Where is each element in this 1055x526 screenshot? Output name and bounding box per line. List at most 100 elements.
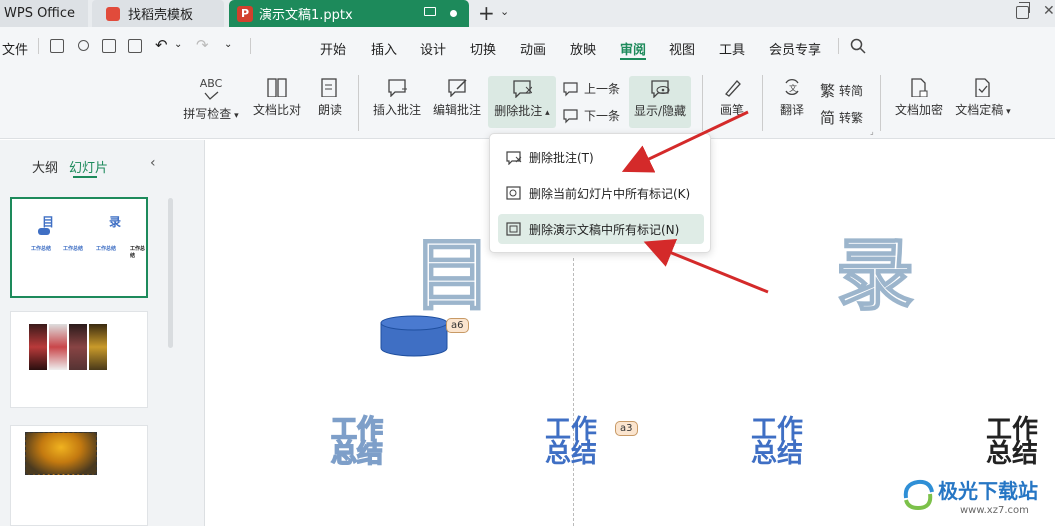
more-dropdown-icon[interactable]: ⌄ — [224, 39, 232, 50]
dropdown-item-label: 删除批注(T) — [529, 150, 594, 165]
window-close-icon[interactable]: ✕ — [1043, 3, 1055, 19]
window-restore-icon[interactable] — [1016, 2, 1030, 19]
read-aloud-button[interactable]: 朗读 — [314, 77, 346, 118]
ppt-icon: P — [237, 5, 253, 22]
work-line-2: 总结 — [545, 439, 598, 469]
wps-office-tab[interactable]: WPS Office — [0, 0, 88, 27]
slide-thumbnail-1[interactable]: 目 录 工作总结 工作总结 工作总结 工作总结 — [10, 197, 148, 298]
translate-button[interactable]: 文 翻译 — [776, 77, 808, 118]
menu-member[interactable]: 会员专享 — [769, 39, 821, 58]
menu-insert[interactable]: 插入 — [371, 39, 397, 58]
dropdown-item-delete-all-marks[interactable]: 删除演示文稿中所有标记(N) — [498, 214, 704, 244]
menu-review[interactable]: 审阅 — [620, 39, 646, 58]
work-line-2: 总结 — [986, 439, 1039, 469]
compare-label: 文档比对 — [252, 103, 301, 117]
work-summary-2[interactable]: 工作 总结 — [545, 417, 598, 469]
group-expand-icon[interactable]: ⌟ — [870, 127, 874, 136]
collapse-panel-chevron-icon[interactable]: ‹ — [150, 155, 156, 171]
dropdown-item-delete-slide-marks[interactable]: 删除当前幻灯片中所有标记(K) — [498, 178, 704, 208]
menu-tools[interactable]: 工具 — [719, 39, 745, 58]
thumb-work-summary: 工作总结 — [96, 246, 117, 252]
print-icon[interactable] — [102, 39, 116, 53]
edit-comment-label: 编辑批注 — [432, 103, 481, 117]
template-tab[interactable]: 找稻壳模板 — [92, 0, 224, 27]
next-comment-icon — [563, 108, 578, 123]
delete-comment-icon — [513, 80, 532, 98]
cylinder-shape[interactable] — [380, 315, 448, 357]
to-simplified-label: 转简 — [839, 84, 864, 98]
slide-thumbnail-2[interactable] — [10, 311, 148, 408]
show-hide-icon — [651, 80, 670, 98]
encrypt-button[interactable]: 文档加密 — [892, 77, 946, 118]
compare-button[interactable]: 文档比对 — [250, 77, 304, 118]
work-summary-3[interactable]: 工作 总结 — [751, 417, 803, 467]
ribbon-separator — [358, 75, 359, 131]
undo-dropdown-icon[interactable]: ⌄ — [174, 39, 182, 50]
work-summary-4[interactable]: 工作 总结 — [986, 417, 1039, 469]
spellcheck-button[interactable]: ABC 拼写检查 ▾ — [180, 77, 242, 122]
thumb-work-summary: 工作总结 — [63, 246, 84, 252]
document-tab[interactable]: P 演示文稿1.pptx — [229, 0, 469, 27]
thumb-work-summary: 工作总结 — [130, 246, 146, 259]
undo-icon[interactable]: ↶ — [155, 36, 168, 54]
show-hide-button[interactable]: 显示/隐藏 — [629, 76, 691, 128]
prev-comment-button[interactable]: 上一条 — [563, 80, 620, 97]
menu-design[interactable]: 设计 — [420, 39, 446, 58]
menu-separator — [838, 38, 839, 54]
pen-button[interactable]: 画笔 — [716, 77, 748, 118]
menu-animation[interactable]: 动画 — [520, 39, 546, 58]
menu-transition[interactable]: 切换 — [470, 39, 496, 58]
document-tab-label: 演示文稿1.pptx — [259, 8, 353, 23]
menu-home[interactable]: 开始 — [320, 39, 346, 58]
new-tab-plus-icon[interactable]: + — [478, 1, 495, 25]
slide-thumbnail-3[interactable] — [10, 425, 148, 526]
comment-badge-a6[interactable]: a6 — [446, 318, 469, 333]
ribbon-review: ABC 拼写检查 ▾ 文档比对 朗读 插入批注 编辑批注 删除批注 ▴ 上一条 … — [0, 65, 1055, 139]
redo-icon[interactable]: ↷ — [196, 36, 209, 54]
slide-title-left[interactable]: 目 — [412, 213, 492, 325]
spellcheck-chevron-icon: ▾ — [231, 111, 239, 121]
slides-panel: 大纲 幻灯片 ‹ 目 录 工作总结 工作总结 工作总结 工作总结 — [0, 140, 205, 526]
tab-slides[interactable]: 幻灯片 — [69, 157, 108, 176]
work-summary-1[interactable]: 工作 总结 — [330, 416, 384, 468]
delete-comment-button[interactable]: 删除批注 ▴ — [488, 76, 556, 128]
tab-list-chevron-icon[interactable]: ⌄ — [500, 5, 509, 18]
document-check-icon — [975, 78, 990, 97]
edit-comment-icon — [448, 79, 467, 97]
tab-slides-underline — [73, 176, 97, 178]
prev-comment-icon — [563, 81, 578, 96]
dropdown-item-delete-comment[interactable]: 删除批注(T) — [498, 142, 704, 172]
menu-slideshow[interactable]: 放映 — [570, 39, 596, 58]
next-comment-button[interactable]: 下一条 — [563, 107, 620, 124]
print-preview-icon[interactable] — [128, 39, 142, 53]
delete-comment-chevron-icon: ▴ — [542, 108, 550, 118]
delete-comment-label: 删除批注 — [494, 104, 543, 118]
slide-title-right[interactable]: 录 — [835, 213, 915, 325]
to-traditional-button[interactable]: 简 转繁 — [820, 107, 863, 128]
spellcheck-label: 拼写检查 — [183, 107, 232, 121]
delete-slide-marks-icon — [506, 185, 521, 200]
watermark-url: www.xz7.com — [960, 505, 1029, 516]
insert-comment-button[interactable]: 插入批注 — [370, 77, 424, 118]
comment-badge-a3[interactable]: a3 — [615, 421, 638, 436]
finalize-chevron-icon: ▾ — [1003, 107, 1011, 117]
panel-scrollbar[interactable] — [168, 198, 173, 348]
template-icon — [106, 6, 120, 21]
unsaved-dot-icon[interactable] — [450, 10, 457, 17]
watermark-swirl-icon — [903, 479, 934, 511]
menu-view[interactable]: 视图 — [669, 39, 695, 58]
active-menu-underline — [620, 58, 646, 60]
menu-file[interactable]: 文件 — [2, 39, 28, 58]
prev-comment-label: 上一条 — [584, 82, 621, 96]
tab-outline[interactable]: 大纲 — [32, 157, 58, 176]
finalize-button[interactable]: 文档定稿 ▾ — [952, 77, 1014, 118]
monitor-icon[interactable] — [424, 7, 436, 16]
menu-separator — [38, 38, 39, 54]
delete-comment-icon — [506, 150, 522, 165]
search-icon[interactable] — [850, 38, 866, 54]
finalize-label: 文档定稿 — [955, 103, 1004, 117]
save-icon[interactable] — [50, 39, 64, 53]
edit-comment-button[interactable]: 编辑批注 — [430, 77, 484, 118]
to-simplified-button[interactable]: 繁 转简 — [820, 80, 863, 101]
share-icon[interactable] — [78, 40, 89, 51]
